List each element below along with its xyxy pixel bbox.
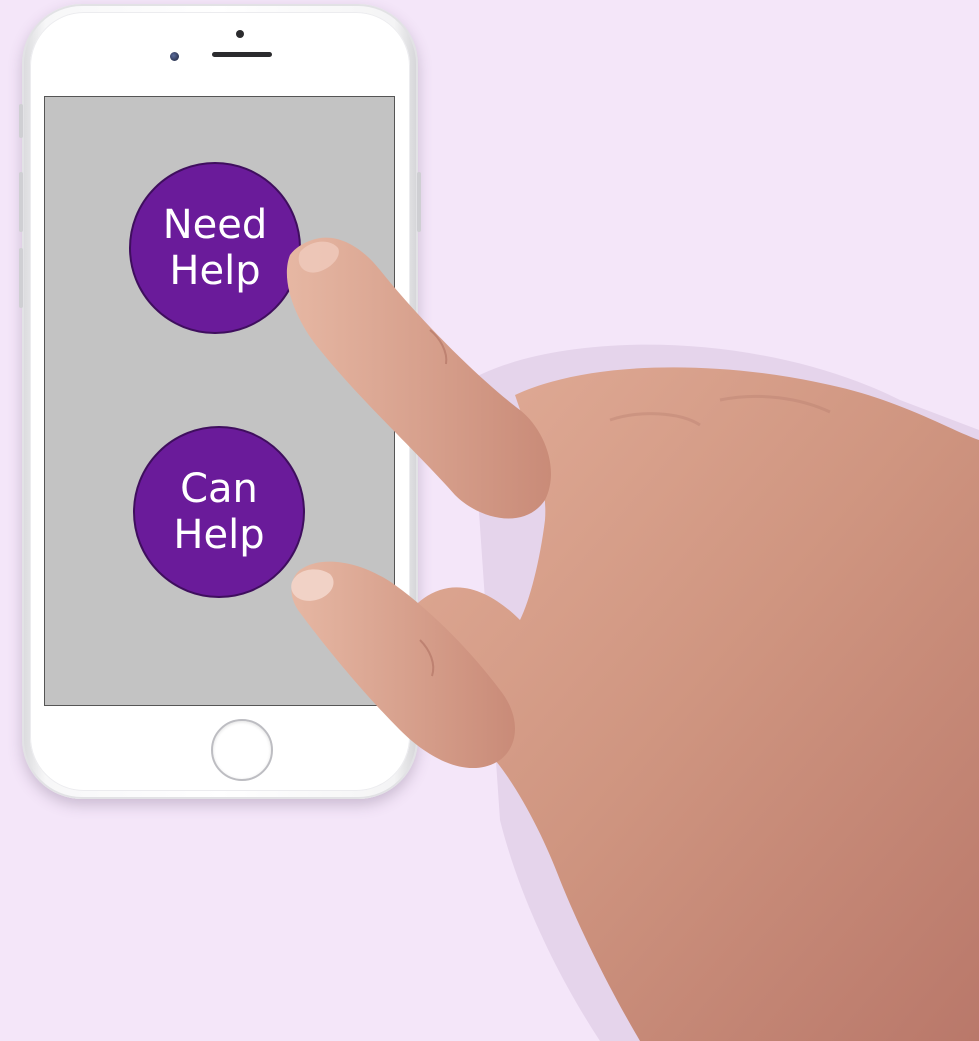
- speaker-icon: [212, 52, 272, 57]
- power-button: [417, 172, 421, 232]
- home-button-icon[interactable]: [211, 719, 273, 781]
- need-help-button[interactable]: Need Help: [129, 162, 301, 334]
- mute-switch: [19, 104, 23, 138]
- can-help-label-line2: Help: [173, 512, 265, 558]
- volume-down-button: [19, 248, 23, 308]
- phone-screen: Need Help Can Help: [44, 96, 395, 706]
- can-help-label-line1: Can: [180, 466, 258, 512]
- can-help-button[interactable]: Can Help: [133, 426, 305, 598]
- need-help-label-line2: Help: [169, 248, 261, 294]
- scene: Need Help Can Help: [0, 0, 979, 1041]
- volume-up-button: [19, 172, 23, 232]
- proximity-sensor-icon: [236, 30, 244, 38]
- need-help-label-line1: Need: [162, 202, 268, 248]
- front-camera-icon: [170, 52, 179, 61]
